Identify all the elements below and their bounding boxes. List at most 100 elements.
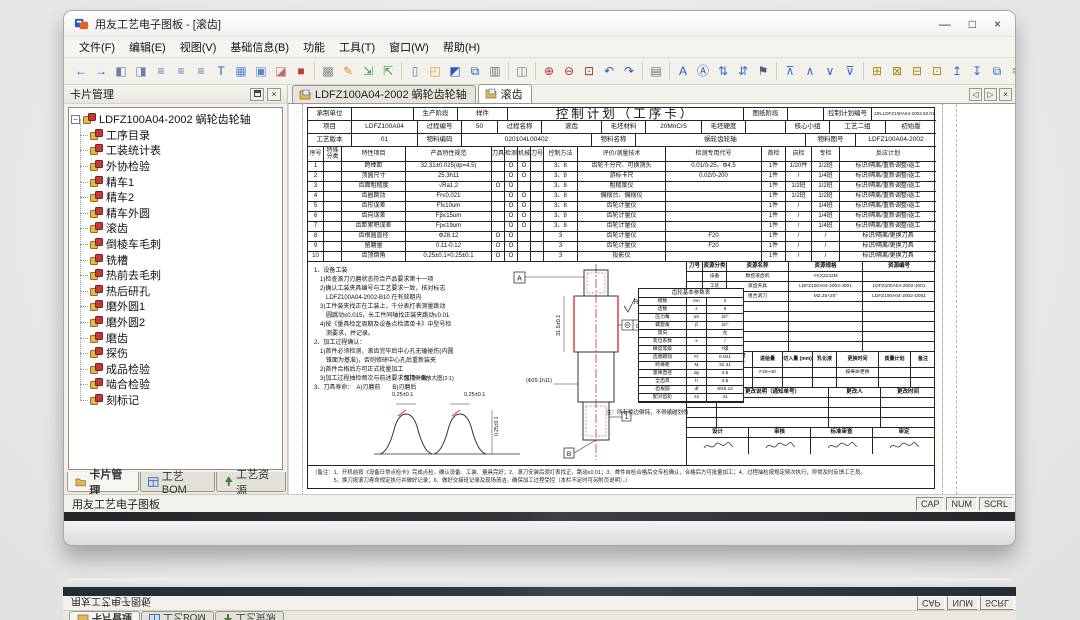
back-icon[interactable]: ←	[72, 62, 90, 80]
add-card-icon[interactable]: ⊞	[868, 62, 886, 80]
tree-item-9[interactable]: 铣槽	[76, 252, 280, 268]
drawing-canvas[interactable]: 承制单位生产阶段样件控制计划（工序卡）图纸阶段控制计划编号JJN.LDFZ100…	[288, 104, 1015, 494]
card-info-icon[interactable]: ▤	[647, 62, 665, 80]
cut-row-icon[interactable]: ✂	[1008, 62, 1015, 80]
tab-scroll-left-button[interactable]: ◁	[969, 88, 982, 101]
table-tool-icon[interactable]: ▦	[232, 62, 250, 80]
delete-row-icon[interactable]: ↧	[968, 62, 986, 80]
char-style-icon[interactable]: Ⓐ	[694, 62, 712, 80]
menu-item-3[interactable]: 视图(V)	[173, 37, 224, 57]
align-center-icon[interactable]: ≡	[172, 62, 190, 80]
pin-button[interactable]	[250, 88, 264, 101]
tab-scroll-right-button[interactable]: ▷	[984, 88, 997, 101]
tree-item-7[interactable]: 滚齿	[76, 221, 280, 237]
tree-item-13[interactable]: 磨外圆2	[76, 314, 280, 330]
card-props-icon[interactable]: ⊡	[928, 62, 946, 80]
save-icon[interactable]: ◩	[446, 62, 464, 80]
move-down-icon[interactable]: ∨	[821, 62, 839, 80]
mini-header-cell: 切入量 (mm)	[783, 352, 813, 368]
menu-item-2[interactable]: 编辑(E)	[122, 37, 173, 57]
tree-item-15[interactable]: 探伤	[76, 345, 280, 361]
tree-item-18[interactable]: 刻标记	[76, 392, 280, 408]
tab-close-button[interactable]: ×	[999, 88, 1012, 101]
undo-icon[interactable]: ↶	[600, 62, 618, 80]
zoom-out-icon[interactable]: ⊖	[560, 62, 578, 80]
open-icon[interactable]: ◰	[426, 62, 444, 80]
panel-tab-1[interactable]: 卡片管理	[67, 472, 139, 492]
tree-item-11[interactable]: 热后研孔	[76, 283, 280, 299]
close-button[interactable]: ×	[994, 17, 1001, 31]
tree-item-4[interactable]: 精车1	[76, 174, 280, 190]
toolbar-group: ←→◧◨≡≡≡T▦▣◪■	[68, 62, 315, 80]
cell: 1/2班	[812, 182, 840, 192]
parameter-cell: 4.5	[707, 370, 743, 378]
collapse-icon[interactable]: −	[71, 115, 80, 124]
capture-icon[interactable]: ▩	[319, 62, 337, 80]
align-left-icon[interactable]: ≡	[152, 62, 170, 80]
preview-icon[interactable]: ◫	[513, 62, 531, 80]
tree-item-3[interactable]: 外协检验	[76, 158, 280, 174]
mini-cell	[813, 368, 837, 378]
document-tab-2[interactable]: 滚齿	[478, 84, 532, 103]
select-cell-icon[interactable]: ◧	[112, 62, 130, 80]
forward-icon[interactable]: →	[92, 62, 110, 80]
delete-block-icon[interactable]: ■	[292, 62, 310, 80]
text-tool-icon[interactable]: T	[212, 62, 230, 80]
cell: 标识/隔离/重新调整/返工	[840, 222, 936, 232]
panel-tab-2[interactable]: 工艺BOM	[140, 472, 214, 492]
redo-icon[interactable]: ↷	[620, 62, 638, 80]
export-card-icon[interactable]: ⊟	[908, 62, 926, 80]
import-icon[interactable]: ⇲	[359, 62, 377, 80]
tree-item-6[interactable]: 精车外圆	[76, 205, 280, 221]
zoom-in-icon[interactable]: ⊕	[540, 62, 558, 80]
frame-tool-icon[interactable]: ▣	[252, 62, 270, 80]
font-icon[interactable]: A	[674, 62, 692, 80]
maximize-button[interactable]: □	[969, 17, 976, 31]
menu-item-1[interactable]: 文件(F)	[72, 37, 122, 57]
menu-item-4[interactable]: 基础信息(B)	[223, 37, 296, 57]
copy-row-icon[interactable]: ⧉	[988, 62, 1006, 80]
reflection-panel-tab: 工艺BOM	[141, 612, 214, 620]
tree-item-5[interactable]: 精车2	[76, 189, 280, 205]
move-top-icon[interactable]: ⊼	[781, 62, 799, 80]
insert-row-icon[interactable]: ↥	[948, 62, 966, 80]
print-icon[interactable]: ▥	[486, 62, 504, 80]
mini-cell	[829, 398, 881, 408]
tree-item-14[interactable]: 磨齿	[76, 330, 280, 346]
pencil-icon[interactable]: ✎	[339, 62, 357, 80]
minimize-button[interactable]: —	[939, 17, 951, 31]
tree-item-10[interactable]: 热前去毛刺	[76, 267, 280, 283]
tree-item-2[interactable]: 工装统计表	[76, 143, 280, 159]
export-icon[interactable]: ⇱	[379, 62, 397, 80]
tree-item-12[interactable]: 磨外圆1	[76, 299, 280, 315]
move-bottom-icon[interactable]: ⊽	[841, 62, 859, 80]
move-up-icon[interactable]: ∧	[801, 62, 819, 80]
tree-item-1[interactable]: 工序目录	[76, 127, 280, 143]
panel-tab-3[interactable]: 工艺资源	[216, 472, 286, 492]
dock-close-button[interactable]: ×	[267, 88, 281, 101]
row-sort-icon[interactable]: ⇵	[734, 62, 752, 80]
eraser-icon[interactable]: ◪	[272, 62, 290, 80]
tree-item-16[interactable]: 成品检验	[76, 361, 280, 377]
cell: /	[786, 212, 812, 222]
new-icon[interactable]: ▯	[406, 62, 424, 80]
parameter-cell: M	[687, 362, 707, 370]
tree-item-17[interactable]: 啮合检验	[76, 377, 280, 393]
find-cell-icon[interactable]: ◨	[132, 62, 150, 80]
delete-card-icon[interactable]: ⊠	[888, 62, 906, 80]
save-all-icon[interactable]: ⧉	[466, 62, 484, 80]
align-right-icon[interactable]: ≡	[192, 62, 210, 80]
row-swap-icon[interactable]: ⇅	[714, 62, 732, 80]
cell: 3、8	[544, 192, 578, 202]
zoom-fit-icon[interactable]: ⊡	[580, 62, 598, 80]
note-line: 4)按《量具检定周期及设备点检清单卡》中型号检	[314, 321, 504, 330]
annotation-flag-icon[interactable]: ⚑	[754, 62, 772, 80]
menu-item-8[interactable]: 帮助(H)	[436, 37, 487, 57]
menu-item-5[interactable]: 功能	[296, 37, 332, 57]
parameter-cell: Fr	[687, 354, 707, 362]
tree-item-8[interactable]: 倒棱车毛刺	[76, 236, 280, 252]
menu-item-7[interactable]: 窗口(W)	[382, 37, 436, 57]
menu-item-6[interactable]: 工具(T)	[332, 37, 382, 57]
document-tab-1[interactable]: LDFZ100A04-2002 蜗轮齿轮轴	[292, 85, 476, 103]
tree-root-item[interactable]: − LDFZ100A04-2002 蜗轮齿轮轴	[71, 111, 280, 127]
